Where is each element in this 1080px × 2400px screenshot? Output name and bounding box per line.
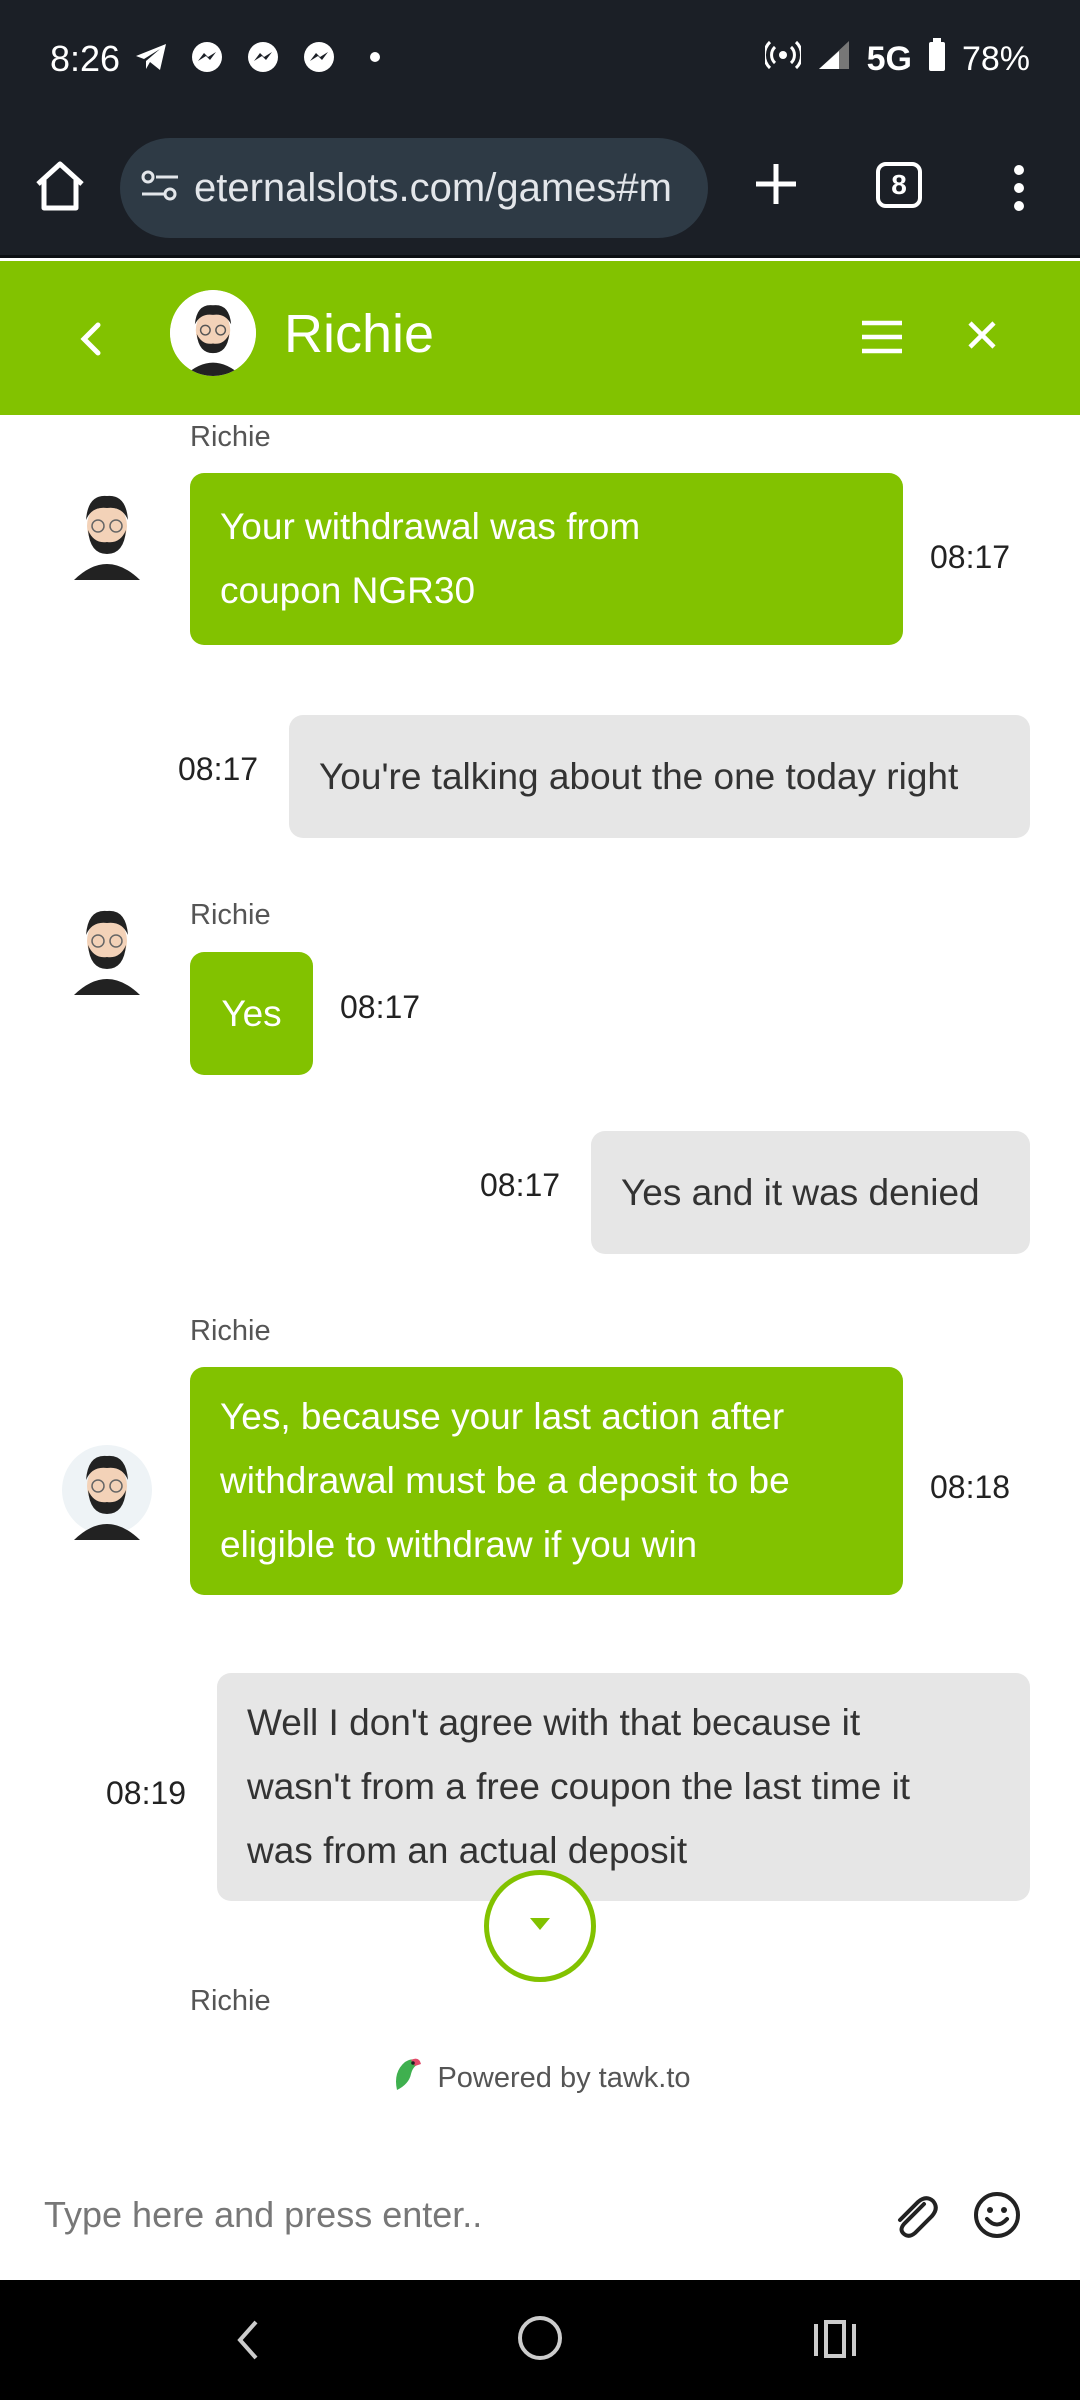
hotspot-icon bbox=[762, 39, 803, 80]
agent-message-bubble: Yes, because your last action after with… bbox=[190, 1367, 903, 1595]
agent-name-title: Richie bbox=[284, 304, 435, 364]
message-timestamp: 08:17 bbox=[930, 539, 1011, 575]
message-line: Yes and it was denied bbox=[621, 1171, 980, 1213]
visitor-message-bubble: Yes and it was denied bbox=[591, 1131, 1030, 1254]
url-text[interactable]: eternalslots.com/games#m bbox=[194, 166, 684, 211]
message-sender-name: Richie bbox=[190, 899, 271, 931]
agent-avatar bbox=[170, 290, 256, 376]
status-time: 8:26 bbox=[50, 38, 121, 79]
message-sender-name: Richie bbox=[190, 1315, 271, 1347]
message-timestamp: 08:17 bbox=[178, 751, 259, 787]
telegram-icon bbox=[134, 40, 168, 74]
scroll-to-bottom-button[interactable] bbox=[484, 1870, 596, 1982]
site-settings-icon[interactable] bbox=[140, 168, 180, 209]
notification-icons bbox=[134, 40, 392, 74]
message-timestamp: 08:19 bbox=[106, 1775, 187, 1811]
nav-home-icon[interactable] bbox=[518, 2316, 562, 2360]
message-composer bbox=[0, 2150, 1080, 2280]
signal-icon bbox=[817, 39, 851, 80]
messenger-icon bbox=[190, 40, 224, 74]
message-list[interactable]: Richie Your withdrawal was from coupon N… bbox=[0, 415, 1080, 2075]
nav-recents-icon[interactable] bbox=[812, 2316, 858, 2362]
nav-back-icon[interactable] bbox=[228, 2316, 268, 2364]
message-line: Yes, because your last action after bbox=[220, 1396, 785, 1437]
message-sender-name: Richie bbox=[190, 1985, 271, 2017]
agent-avatar bbox=[62, 480, 152, 580]
message-sender-name: Richie bbox=[190, 421, 271, 453]
agent-message-bubble: Your withdrawal was from coupon NGR30 bbox=[190, 473, 903, 645]
message-input[interactable] bbox=[44, 2180, 844, 2250]
agent-avatar bbox=[62, 895, 152, 995]
battery-level: 78% bbox=[961, 40, 1030, 78]
battery-icon bbox=[928, 38, 946, 81]
caret-down-icon bbox=[528, 1916, 552, 1937]
network-type: 5G bbox=[866, 40, 912, 78]
message-line: Yes bbox=[221, 992, 282, 1034]
message-line: You're talking about the one today right bbox=[319, 755, 959, 797]
visitor-message-bubble: Well I don't agree with that because it … bbox=[217, 1673, 1030, 1901]
attachment-icon[interactable] bbox=[888, 2190, 940, 2242]
message-line: Your withdrawal was from bbox=[220, 506, 641, 547]
message-line: was from an actual deposit bbox=[247, 1830, 688, 1871]
emoji-icon[interactable] bbox=[972, 2190, 1022, 2240]
message-line: withdrawal must be a deposit to be bbox=[220, 1460, 790, 1501]
chat-header: Richie bbox=[0, 261, 1080, 415]
visitor-message-bubble: You're talking about the one today right bbox=[289, 715, 1030, 838]
agent-message-bubble: Yes bbox=[190, 952, 313, 1075]
powered-by-text[interactable]: Powered by tawk.to bbox=[437, 2062, 690, 2095]
address-bar[interactable]: eternalslots.com/games#m bbox=[120, 138, 708, 238]
message-line: wasn't from a free coupon the last time … bbox=[247, 1766, 911, 1807]
status-right: 5G 78% bbox=[762, 38, 1030, 81]
messenger-icon bbox=[246, 40, 280, 74]
messenger-icon bbox=[302, 40, 336, 74]
message-timestamp: 08:17 bbox=[480, 1167, 561, 1203]
message-line: Well I don't agree with that because it bbox=[247, 1702, 861, 1743]
home-icon[interactable] bbox=[30, 156, 90, 216]
agent-avatar bbox=[62, 1440, 152, 1540]
hamburger-menu-icon[interactable] bbox=[858, 313, 906, 361]
message-timestamp: 08:18 bbox=[930, 1469, 1011, 1505]
powered-by[interactable]: Powered by tawk.to bbox=[0, 2054, 1080, 2102]
message-line: coupon NGR30 bbox=[220, 570, 476, 611]
close-icon[interactable] bbox=[960, 313, 1004, 357]
tab-switcher-button[interactable]: 8 bbox=[876, 162, 922, 208]
more-notifications-dot-icon bbox=[358, 40, 392, 74]
back-chevron-icon[interactable] bbox=[70, 311, 110, 367]
more-options-icon[interactable] bbox=[1004, 158, 1034, 218]
browser-toolbar: eternalslots.com/games#m 8 bbox=[0, 126, 1080, 258]
system-navigation-bar bbox=[0, 2280, 1080, 2400]
new-tab-icon[interactable] bbox=[748, 156, 804, 212]
message-line: eligible to withdraw if you win bbox=[220, 1524, 698, 1565]
status-bar: 8:26 5G 78% bbox=[0, 0, 1080, 126]
message-timestamp: 08:17 bbox=[340, 989, 421, 1025]
tawk-parrot-icon bbox=[389, 2054, 423, 2102]
